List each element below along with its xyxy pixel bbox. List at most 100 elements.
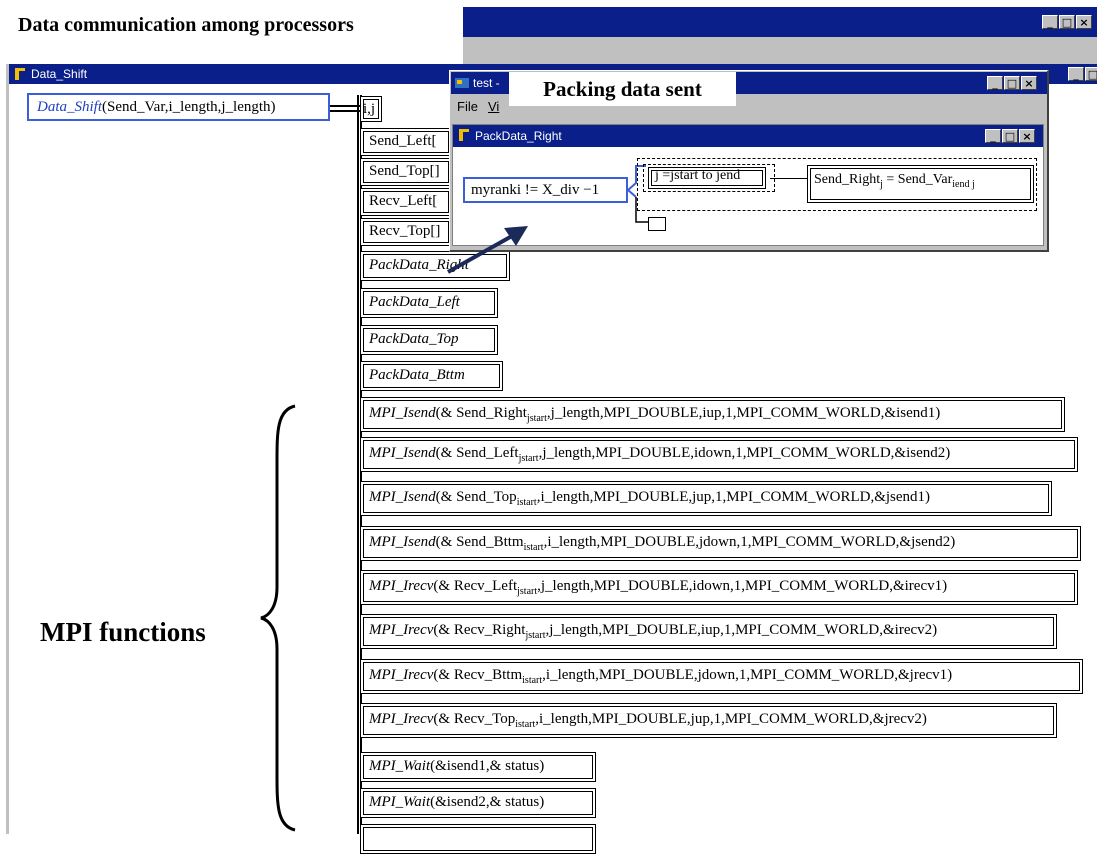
mpi-call-arg: (& Send_Right — [435, 405, 527, 421]
mpi-call-sub: jstart — [525, 630, 546, 641]
mpi-call-box[interactable]: MPI_Isend(& Send_Leftjstart,j_length,MPI… — [360, 437, 1078, 472]
mpi-call-sub: istart — [515, 719, 536, 730]
mpi-call-fn: MPI_Irecv — [369, 711, 434, 727]
mpi-call-arg: ,j_length,MPI_DOUBLE,idown,1,MPI_COMM_WO… — [538, 445, 951, 461]
packdata-right-titlebar[interactable]: PackData_Right — [453, 125, 1043, 147]
test-window-title: test - — [473, 76, 500, 90]
assign-lhs: Send_Right — [814, 172, 881, 187]
test-menu-file[interactable]: File — [457, 99, 478, 119]
decl-box[interactable]: Send_Top[] — [360, 158, 452, 186]
mpi-call-box[interactable]: MPI_Irecv(& Recv_Bttmistart,i_length,MPI… — [360, 659, 1083, 694]
loop-connector — [770, 178, 807, 179]
mpi-call-fn: MPI_Irecv — [369, 622, 434, 638]
mpi-call-sub: jstart — [526, 413, 547, 424]
mpi-call-arg: ,i_length,MPI_DOUBLE,jup,1,MPI_COMM_WORL… — [536, 489, 931, 505]
mpi-call-arg: (& Send_Left — [435, 445, 519, 461]
mpi-wait-args: (&isend2,& status) — [430, 794, 545, 810]
packdata-top-box[interactable]: PackData_Top — [360, 325, 498, 355]
mpi-call-arg: ,j_length,MPI_DOUBLE,iup,1,MPI_COMM_WORL… — [546, 405, 941, 421]
root-connector — [330, 110, 360, 112]
mpi-call-box[interactable]: MPI_Irecv(& Recv_Topistart,i_length,MPI_… — [360, 703, 1057, 738]
decl-box[interactable]: Recv_Top[] — [360, 218, 452, 246]
mpi-wait-fn: MPI_Wait — [369, 758, 431, 774]
mpi-call-arg: ,i_length,MPI_DOUBLE,jdown,1,MPI_COMM_WO… — [543, 534, 956, 550]
mpi-call-box[interactable]: MPI_Isend(& Send_Rightjstart,j_length,MP… — [360, 397, 1065, 432]
mpi-wait-box[interactable]: MPI_Wait(&isend2,& status) — [360, 788, 596, 818]
minimize-icon[interactable]: _ — [1042, 15, 1058, 29]
loop-node[interactable]: j =jstart to jend — [648, 167, 766, 189]
data-shift-window-controls: _ □ — [1068, 67, 1097, 81]
arrow-icon — [447, 226, 528, 274]
flowchart-app-icon — [455, 78, 469, 88]
assign-rhs: = Send_Var — [882, 172, 953, 187]
assign-node[interactable]: Send_Rightj = Send_Variend j — [807, 165, 1034, 203]
sequence-spine — [357, 95, 359, 834]
mpi-call-sub: jstart — [517, 586, 538, 597]
mpi-functions-label: MPI functions — [40, 617, 206, 647]
mpi-call-fn: MPI_Isend — [369, 445, 436, 461]
mpi-call-arg: ,i_length,MPI_DOUBLE,jup,1,MPI_COMM_WORL… — [535, 711, 927, 727]
background-window-controls: _ □ × — [1042, 15, 1092, 29]
decl-box[interactable]: Recv_Left[ — [360, 188, 452, 216]
slide-title: Data communication among processors — [18, 14, 354, 36]
mpi-call-box[interactable]: MPI_Isend(& Send_Bttmistart,i_length,MPI… — [360, 526, 1081, 561]
mpi-call-fn: MPI_Isend — [369, 405, 436, 421]
mpi-call-box[interactable]: MPI_Isend(& Send_Topistart,i_length,MPI_… — [360, 481, 1052, 516]
data-shift-root-node[interactable]: Data_Shift(Send_Var,i_length,j_length) — [27, 93, 330, 121]
packdata-left-box[interactable]: PackData_Left — [360, 288, 498, 318]
mpi-call-arg: ,j_length,MPI_DOUBLE,iup,1,MPI_COMM_WORL… — [545, 622, 938, 638]
packdata-bttm-box[interactable]: PackData_Bttm — [360, 361, 503, 391]
mpi-call-arg: ,i_length,MPI_DOUBLE,jdown,1,MPI_COMM_WO… — [542, 667, 953, 683]
mpi-call-fn: MPI_Irecv — [369, 578, 434, 594]
mpi-call-arg: (& Recv_Top — [433, 711, 516, 727]
mpi-call-fn: MPI_Isend — [369, 534, 436, 550]
mpi-wait-box-partial[interactable] — [360, 824, 596, 854]
packing-data-callout: Packing data sent — [509, 72, 736, 106]
curly-brace-icon — [260, 404, 296, 832]
mpi-wait-fn: MPI_Wait — [369, 794, 431, 810]
assign-rhs-sub: iend j — [952, 179, 975, 190]
maximize-icon[interactable]: □ — [1085, 67, 1097, 81]
mpi-call-sub: istart — [516, 497, 537, 508]
mpi-call-box[interactable]: MPI_Irecv(& Recv_Leftjstart,j_length,MPI… — [360, 570, 1078, 605]
close-icon[interactable]: × — [1076, 15, 1092, 29]
mpi-call-sub: jstart — [518, 453, 539, 464]
mpi-call-fn: MPI_Isend — [369, 489, 436, 505]
data-shift-title: Data_Shift — [31, 67, 88, 81]
mpi-call-sub: istart — [523, 542, 544, 553]
close-icon[interactable]: × — [1019, 129, 1035, 143]
root-function-args: (Send_Var,i_length,j_length) — [102, 99, 276, 115]
minimize-icon[interactable]: _ — [987, 76, 1003, 90]
root-function-name: Data_Shift — [37, 99, 103, 115]
packdata-right-title: PackData_Right — [475, 129, 562, 143]
condition-node[interactable]: myranki != X_div −1 — [463, 177, 628, 203]
maximize-icon[interactable]: □ — [1059, 15, 1075, 29]
flowchart-app-icon — [15, 68, 25, 80]
minimize-icon[interactable]: _ — [985, 129, 1001, 143]
test-menu-view[interactable]: Vi — [488, 99, 499, 119]
loop-vars-box[interactable]: i,j — [360, 96, 382, 122]
mpi-call-arg: (& Recv_Right — [433, 622, 526, 638]
background-window-body — [463, 37, 1097, 67]
flowchart-app-icon — [459, 129, 469, 141]
mpi-call-arg: (& Recv_Left — [433, 578, 518, 594]
mpi-wait-box[interactable]: MPI_Wait(&isend1,& status) — [360, 752, 596, 782]
mpi-call-sub: istart — [522, 675, 543, 686]
else-branch-box[interactable] — [648, 217, 666, 231]
maximize-icon[interactable]: □ — [1002, 129, 1018, 143]
background-window-titlebar — [463, 7, 1097, 37]
mpi-call-arg: (& Send_Bttm — [435, 534, 524, 550]
root-connector — [330, 105, 360, 107]
maximize-icon[interactable]: □ — [1004, 76, 1020, 90]
minimize-icon[interactable]: _ — [1068, 67, 1084, 81]
mpi-wait-args: (&isend1,& status) — [430, 758, 545, 774]
decl-box[interactable]: Send_Left[ — [360, 128, 452, 156]
close-icon[interactable]: × — [1021, 76, 1037, 90]
mpi-call-box[interactable]: MPI_Irecv(& Recv_Rightjstart,j_length,MP… — [360, 614, 1057, 649]
test-window-controls: _ □ × — [987, 76, 1037, 90]
mpi-call-arg: (& Send_Top — [435, 489, 517, 505]
mpi-call-fn: MPI_Irecv — [369, 667, 434, 683]
mpi-call-arg: ,j_length,MPI_DOUBLE,idown,1,MPI_COMM_WO… — [537, 578, 948, 594]
mpi-call-arg: (& Recv_Bttm — [433, 667, 523, 683]
packdata-right-controls: _ □ × — [985, 129, 1035, 143]
